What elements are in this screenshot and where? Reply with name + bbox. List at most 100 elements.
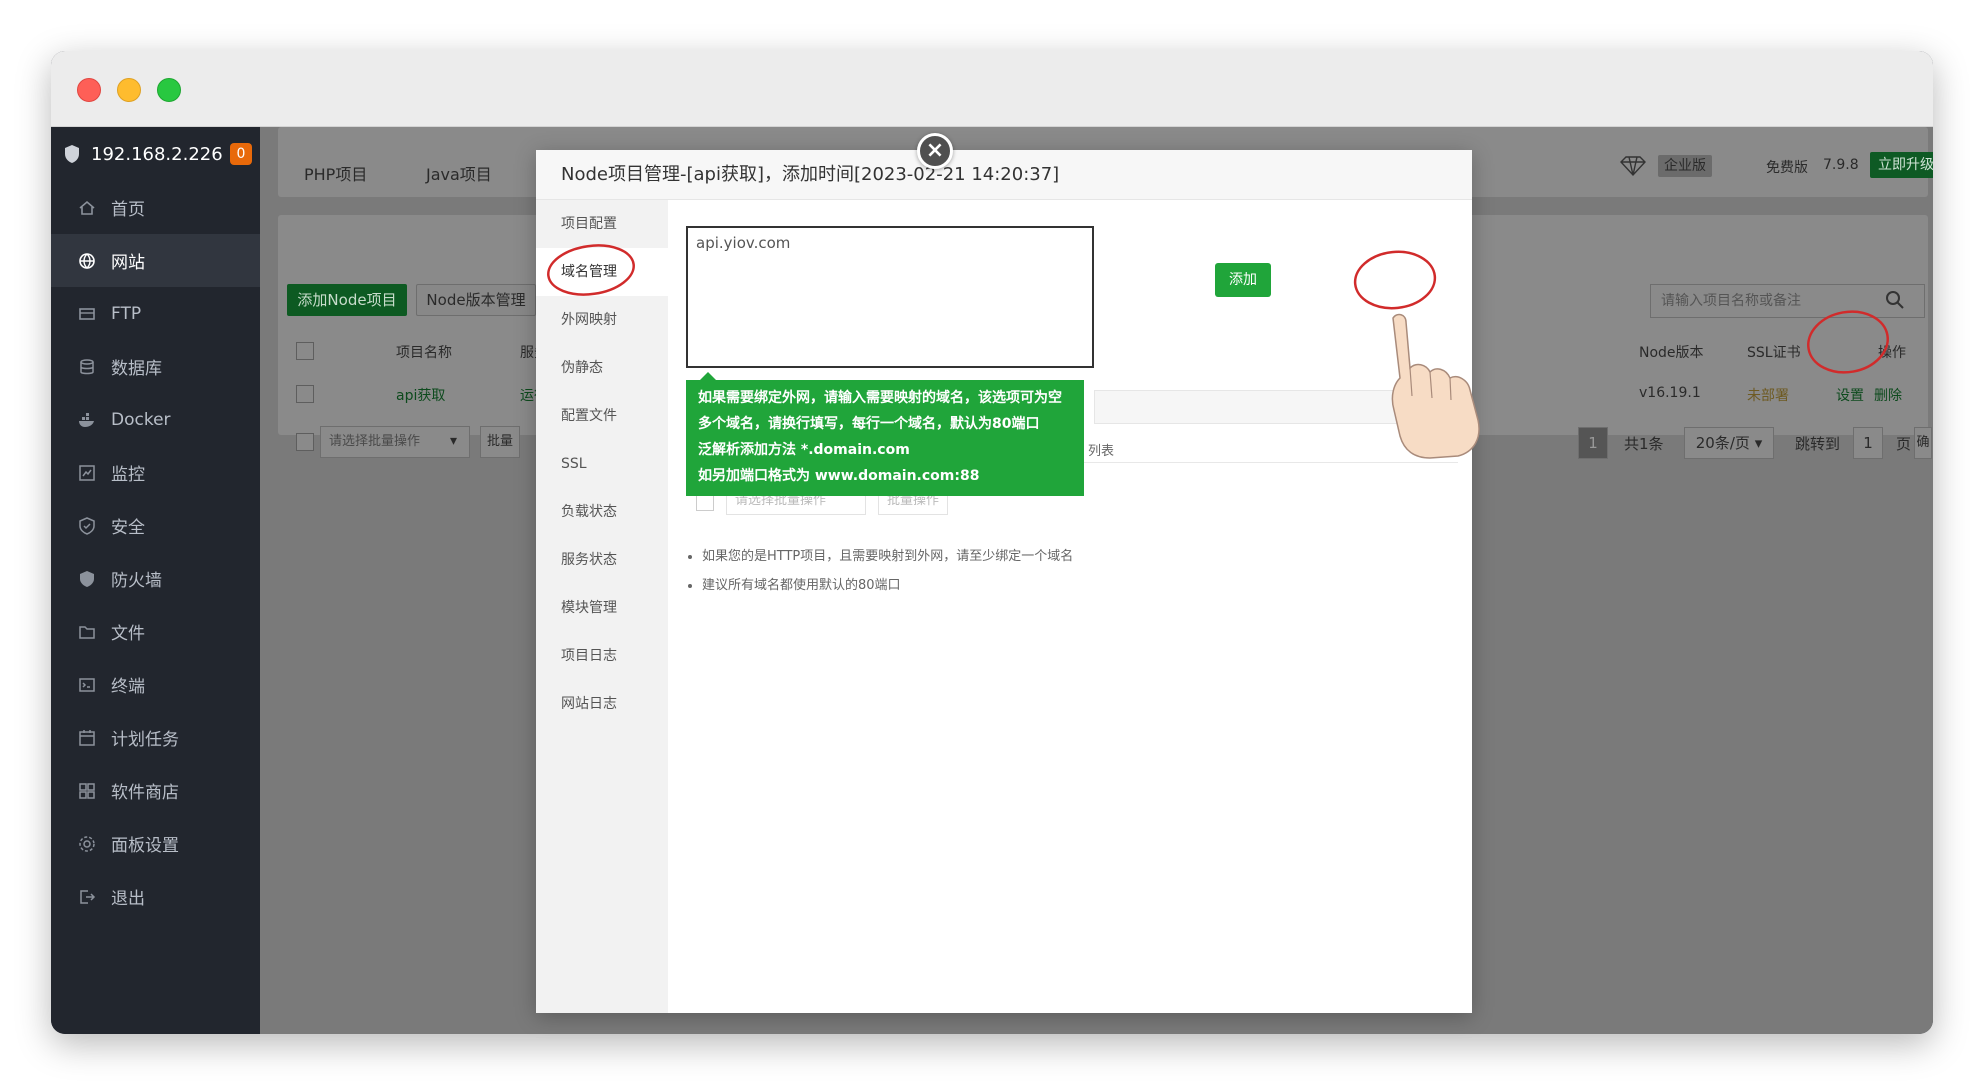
gear-icon bbox=[77, 834, 97, 854]
select-all-checkbox[interactable] bbox=[296, 342, 314, 360]
current-page[interactable]: 1 bbox=[1578, 427, 1608, 459]
nav-logout[interactable]: 退出 bbox=[51, 870, 260, 923]
nav-security[interactable]: 安全 bbox=[51, 499, 260, 552]
nav-label: 首页 bbox=[111, 200, 145, 220]
batch-select[interactable]: 请选择批量操作 bbox=[320, 426, 470, 458]
col-ssl: SSL证书 bbox=[1747, 345, 1801, 361]
nav-store[interactable]: 软件商店 bbox=[51, 764, 260, 817]
menu-project-log[interactable]: 项目日志 bbox=[536, 632, 668, 680]
domain-input-tooltip: 如果需要绑定外网，请输入需要映射的域名，该选项可为空 多个域名，请换行填写，每行… bbox=[686, 372, 1084, 496]
nav-firewall[interactable]: 防火墙 bbox=[51, 552, 260, 605]
menu-module-management[interactable]: 模块管理 bbox=[536, 584, 668, 632]
nav-label: 安全 bbox=[111, 518, 145, 538]
col-node-version: Node版本 bbox=[1639, 345, 1704, 361]
nav-docker[interactable]: Docker bbox=[51, 393, 260, 446]
nav-label: 数据库 bbox=[111, 359, 162, 379]
nav-label: Docker bbox=[111, 409, 171, 430]
domain-textarea[interactable]: api.yiov.com bbox=[686, 226, 1094, 368]
nav-home[interactable]: 首页 bbox=[51, 181, 260, 234]
menu-config-file[interactable]: 配置文件 bbox=[536, 392, 668, 440]
tooltip-line: 泛解析添加方法 *.domain.com bbox=[698, 442, 910, 458]
node-project-dialog: Node项目管理-[api获取]，添加时间[2023-02-21 14:20:3… bbox=[536, 150, 1472, 1013]
menu-service-status[interactable]: 服务状态 bbox=[536, 536, 668, 584]
nav-label: 监控 bbox=[111, 465, 145, 485]
minimize-window-button[interactable] bbox=[117, 78, 141, 102]
nav-files[interactable]: 文件 bbox=[51, 605, 260, 658]
nav-label: 软件商店 bbox=[111, 783, 179, 803]
domain-management-body: api.yiov.com 添加 列表 请选择批量操作 批量操作 如果您的是HTT… bbox=[668, 200, 1472, 1013]
ssl-status[interactable]: 未部署 bbox=[1747, 385, 1789, 405]
add-domain-button[interactable]: 添加 bbox=[1215, 263, 1271, 297]
nav-cron[interactable]: 计划任务 bbox=[51, 711, 260, 764]
shield-icon bbox=[65, 145, 79, 163]
nav-monitor[interactable]: 监控 bbox=[51, 446, 260, 499]
help-tips: 如果您的是HTTP项目，且需要映射到外网，请至少绑定一个域名 建议所有域名都使用… bbox=[686, 545, 1073, 603]
ftp-icon bbox=[77, 304, 97, 324]
project-name-link[interactable]: api获取 bbox=[396, 385, 445, 405]
panel-version: 7.9.8 bbox=[1823, 157, 1859, 173]
row-node-version: v16.19.1 bbox=[1639, 385, 1701, 401]
tooltip-arrow bbox=[700, 372, 716, 380]
menu-project-config[interactable]: 项目配置 bbox=[536, 200, 668, 248]
nav-label: FTP bbox=[111, 303, 142, 324]
apps-icon bbox=[77, 781, 97, 801]
nav-label: 计划任务 bbox=[111, 730, 179, 750]
diamond-icon bbox=[1620, 156, 1646, 177]
tooltip-line: 多个域名，请换行填写，每行一个域名，默认为80端口 bbox=[698, 416, 1040, 432]
nav-label: 文件 bbox=[111, 624, 145, 644]
maximize-window-button[interactable] bbox=[157, 78, 181, 102]
batch-button[interactable]: 批量 bbox=[480, 426, 520, 458]
project-search-input[interactable]: 请输入项目名称或备注 bbox=[1650, 284, 1925, 318]
nav-ftp[interactable]: FTP bbox=[51, 287, 260, 340]
nav-label: 终端 bbox=[111, 677, 145, 697]
free-edition-label: 免费版 bbox=[1766, 160, 1808, 176]
menu-domain-management[interactable]: 域名管理 bbox=[536, 248, 668, 296]
tip-item: 如果您的是HTTP项目，且需要映射到外网，请至少绑定一个域名 bbox=[702, 545, 1073, 564]
folder-icon bbox=[77, 622, 97, 642]
tab-java[interactable]: Java项目 bbox=[426, 161, 492, 185]
menu-external-mapping[interactable]: 外网映射 bbox=[536, 296, 668, 344]
nav-terminal[interactable]: 终端 bbox=[51, 658, 260, 711]
menu-ssl[interactable]: SSL bbox=[536, 440, 668, 488]
database-icon bbox=[77, 357, 97, 377]
chevron-down-icon: ▾ bbox=[450, 433, 458, 449]
tooltip-line: 如另加端口格式为 www.domain.com:88 bbox=[698, 468, 980, 484]
monitor-icon bbox=[77, 463, 97, 483]
node-version-manager-button[interactable]: Node版本管理 bbox=[416, 284, 536, 316]
close-window-button[interactable] bbox=[77, 78, 101, 102]
logout-icon bbox=[77, 887, 97, 907]
domain-list-label: 列表 bbox=[1088, 444, 1115, 459]
footer-select-checkbox[interactable] bbox=[296, 433, 314, 451]
terminal-icon bbox=[77, 675, 97, 695]
upgrade-button[interactable]: 立即升级 bbox=[1870, 152, 1933, 178]
notification-badge[interactable]: 0 bbox=[230, 143, 252, 165]
search-icon[interactable] bbox=[1885, 290, 1905, 310]
tip-item: 建议所有域名都使用默认的80端口 bbox=[702, 574, 1073, 593]
nav-label: 防火墙 bbox=[111, 571, 162, 591]
nav-settings[interactable]: 面板设置 bbox=[51, 817, 260, 870]
sidebar: 192.168.2.226 0 首页 网站 FTP 数据库 Docker 监控 bbox=[51, 127, 260, 1034]
enterprise-badge[interactable]: 企业版 bbox=[1658, 155, 1712, 177]
menu-load-status[interactable]: 负载状态 bbox=[536, 488, 668, 536]
add-node-project-button[interactable]: 添加Node项目 bbox=[287, 284, 407, 316]
nav-database[interactable]: 数据库 bbox=[51, 340, 260, 393]
nav-website[interactable]: 网站 bbox=[51, 234, 260, 287]
dialog-close-button[interactable]: × bbox=[917, 133, 953, 169]
delete-link[interactable]: 删除 bbox=[1874, 385, 1902, 405]
home-icon bbox=[77, 198, 97, 218]
row-checkbox[interactable] bbox=[296, 385, 314, 403]
nav-label: 网站 bbox=[111, 253, 145, 273]
server-ip: 192.168.2.226 bbox=[91, 143, 223, 165]
goto-page-input[interactable]: 1 bbox=[1853, 427, 1883, 459]
goto-label: 跳转到 bbox=[1795, 435, 1841, 453]
menu-site-log[interactable]: 网站日志 bbox=[536, 680, 668, 728]
settings-link[interactable]: 设置 bbox=[1836, 385, 1864, 405]
nav-label: 面板设置 bbox=[111, 836, 179, 856]
menu-rewrite[interactable]: 伪静态 bbox=[536, 344, 668, 392]
nav-label: 退出 bbox=[111, 889, 145, 909]
tab-php[interactable]: PHP项目 bbox=[304, 161, 367, 185]
per-page-select[interactable]: 20条/页 ▾ bbox=[1684, 427, 1774, 459]
col-operations: 操作 bbox=[1878, 345, 1906, 361]
goto-confirm-button[interactable]: 确认 bbox=[1914, 427, 1932, 459]
docker-icon bbox=[77, 410, 97, 430]
